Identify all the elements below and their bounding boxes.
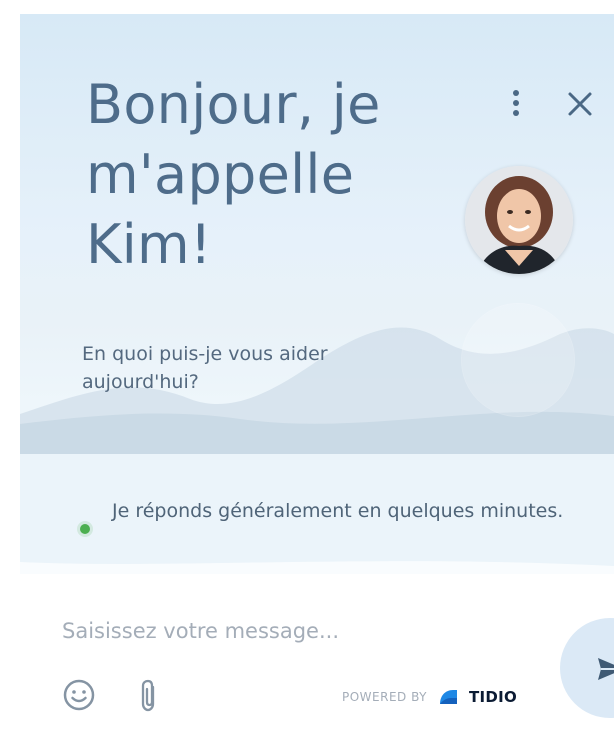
agent-avatar-image xyxy=(465,166,573,274)
chat-header: Bonjour, je m'appelle Kim! En quoi puis-… xyxy=(20,14,614,574)
tidio-brand-name: TIDIO xyxy=(469,688,518,706)
powered-by-label: POWERED BY xyxy=(342,690,428,704)
message-composer: POWERED BY TIDIO xyxy=(20,574,614,729)
more-vertical-icon-dot xyxy=(513,90,519,96)
more-vertical-icon-dot xyxy=(513,110,519,116)
response-time-status: Je réponds généralement en quelques minu… xyxy=(60,496,614,566)
agent-avatar xyxy=(465,166,573,274)
response-time-text: Je réponds généralement en quelques minu… xyxy=(112,500,564,522)
welcome-title: Bonjour, je m'appelle Kim! xyxy=(86,73,381,276)
welcome-subtitle: En quoi puis-je vous aider aujourd'hui? xyxy=(82,343,328,393)
chat-widget: Bonjour, je m'appelle Kim! En quoi puis-… xyxy=(0,0,614,729)
smiley-icon xyxy=(63,679,95,711)
close-button[interactable] xyxy=(560,84,600,124)
paperclip-icon xyxy=(141,679,155,712)
send-button[interactable] xyxy=(560,618,614,718)
send-icon xyxy=(598,658,614,680)
online-status-icon xyxy=(80,524,90,534)
powered-by-link[interactable]: POWERED BY TIDIO xyxy=(342,686,517,708)
message-input[interactable] xyxy=(60,612,524,650)
tidio-logo-icon xyxy=(440,690,458,704)
attachment-button[interactable] xyxy=(136,678,162,714)
more-vertical-icon-dot xyxy=(513,100,519,106)
avatar-reflection xyxy=(462,304,574,416)
more-options-button[interactable] xyxy=(504,86,528,120)
emoji-button[interactable] xyxy=(62,678,96,712)
close-icon xyxy=(568,92,592,116)
